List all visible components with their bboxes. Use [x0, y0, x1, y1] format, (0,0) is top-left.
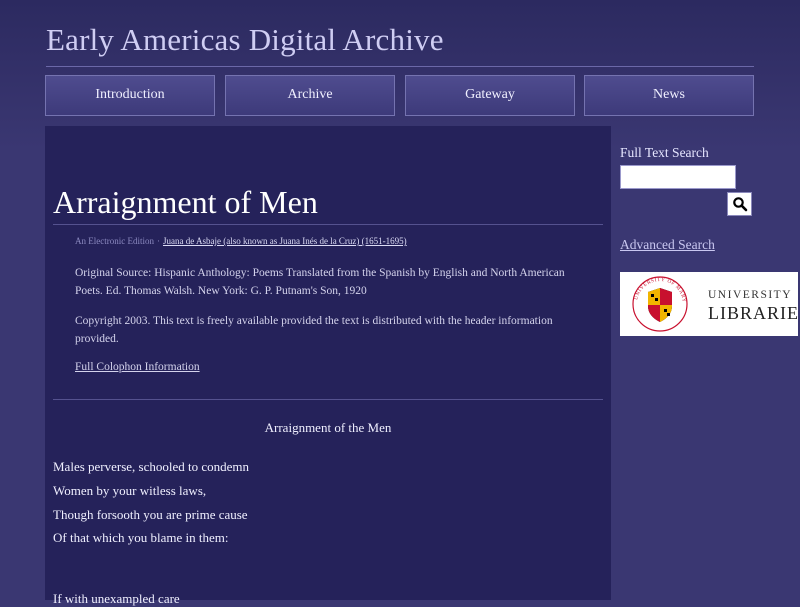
university-libraries-logo[interactable]: UNIVERSITY OF MARYLAND UNIVERSITY LIBRAR… — [620, 272, 800, 336]
poem-line: Though forsooth you are prime cause — [53, 507, 248, 522]
edition-label: An Electronic Edition — [75, 236, 154, 246]
site-title[interactable]: Early Americas Digital Archive — [46, 22, 444, 58]
nav-introduction[interactable]: Introduction — [45, 75, 215, 116]
nav-news[interactable]: News — [584, 75, 754, 116]
main-nav: Introduction Archive Gateway News — [45, 75, 755, 118]
logo-university-text: UNIVERSITY — [708, 289, 792, 301]
nav-gateway[interactable]: Gateway — [405, 75, 575, 116]
article-title: Arraignment of Men — [53, 184, 318, 220]
sidebar: Full Text Search Advanced Search UNIVERS… — [620, 126, 800, 600]
title-underline — [53, 224, 603, 225]
poem-line: If with unexampled care — [53, 591, 180, 606]
maryland-seal-icon: UNIVERSITY OF MARYLAND — [628, 272, 688, 332]
breadcrumb-separator: · — [156, 236, 160, 246]
author-link[interactable]: Juana de Asbaje (also known as Juana Iné… — [163, 236, 407, 246]
title-divider — [46, 66, 754, 67]
search-input[interactable] — [620, 165, 736, 189]
search-label: Full Text Search — [620, 145, 709, 160]
section-divider — [53, 399, 603, 400]
edition-breadcrumb: An Electronic Edition · Juana de Asbaje (a… — [75, 236, 407, 246]
main-content: Arraignment of Men An Electronic Edition… — [45, 126, 611, 606]
colophon-link[interactable]: Full Colophon Information — [75, 361, 200, 373]
poem-line: Males perverse, schooled to condemn — [53, 459, 250, 474]
logo-libraries-text: LIBRARIES — [708, 303, 800, 323]
advanced-search-link[interactable]: Advanced Search — [620, 237, 715, 253]
search-icon — [732, 197, 747, 212]
nav-archive[interactable]: Archive — [225, 75, 395, 116]
poem-line: Women by your witless laws, — [53, 483, 207, 498]
source-text: Original Source: Hispanic Anthology: Poe… — [75, 267, 565, 297]
poem-line: Of that which you blame in them: — [53, 530, 229, 545]
copyright-text: Copyright 2003. This text is freely avai… — [75, 315, 553, 345]
search-button[interactable] — [727, 192, 752, 216]
poem-title: Arraignment of the Men — [264, 420, 392, 435]
